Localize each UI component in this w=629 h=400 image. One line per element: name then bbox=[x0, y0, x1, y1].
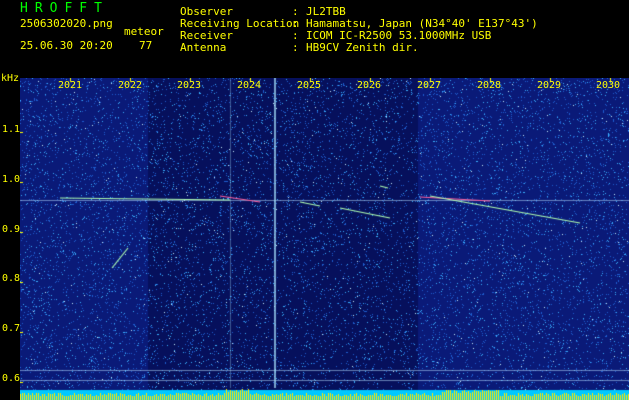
time-tick-label: 2025 bbox=[297, 80, 322, 91]
time-tick-label: 2030 bbox=[596, 80, 621, 91]
antenna-value: HB9CV Zenith dir. bbox=[306, 41, 419, 54]
app-brand: HROFFT bbox=[20, 1, 109, 16]
spectrogram-panel: kHz 1.1 1.0 0.9 0.8 0.7 0.6 2021 2022 20… bbox=[0, 74, 629, 400]
spectrogram-canvas bbox=[20, 78, 629, 400]
freq-tick-label: 1.1 bbox=[2, 124, 21, 135]
time-tick-label: 2024 bbox=[237, 80, 262, 91]
time-tick-label: 2022 bbox=[118, 80, 143, 91]
time-tick-label: 2027 bbox=[417, 80, 442, 91]
time-tick-label: 2023 bbox=[177, 80, 202, 91]
freq-tick-label: 0.9 bbox=[2, 224, 21, 235]
freq-tick-label: 0.7 bbox=[2, 323, 21, 334]
meteor-label: meteor bbox=[124, 25, 164, 38]
time-tick-label: 2028 bbox=[477, 80, 502, 91]
frequency-unit-label: kHz bbox=[1, 73, 20, 84]
freq-tick-label: 1.0 bbox=[2, 174, 21, 185]
time-tick-label: 2021 bbox=[58, 80, 83, 91]
time-tick-label: 2026 bbox=[357, 80, 382, 91]
freq-tick-label: 0.8 bbox=[2, 273, 21, 284]
freq-tick-label: 0.6 bbox=[2, 373, 21, 384]
timestamp: 25.06.30 20:20 bbox=[20, 39, 113, 52]
antenna-separator: : bbox=[292, 41, 299, 54]
meteor-count: 77 bbox=[139, 39, 153, 52]
time-tick-label: 2029 bbox=[537, 80, 562, 91]
file-name: 2506302020.png bbox=[20, 17, 113, 30]
header-panel: HROFFT 2506302020.png meteor 25.06.30 20… bbox=[0, 0, 629, 78]
antenna-label: Antenna bbox=[180, 41, 227, 54]
